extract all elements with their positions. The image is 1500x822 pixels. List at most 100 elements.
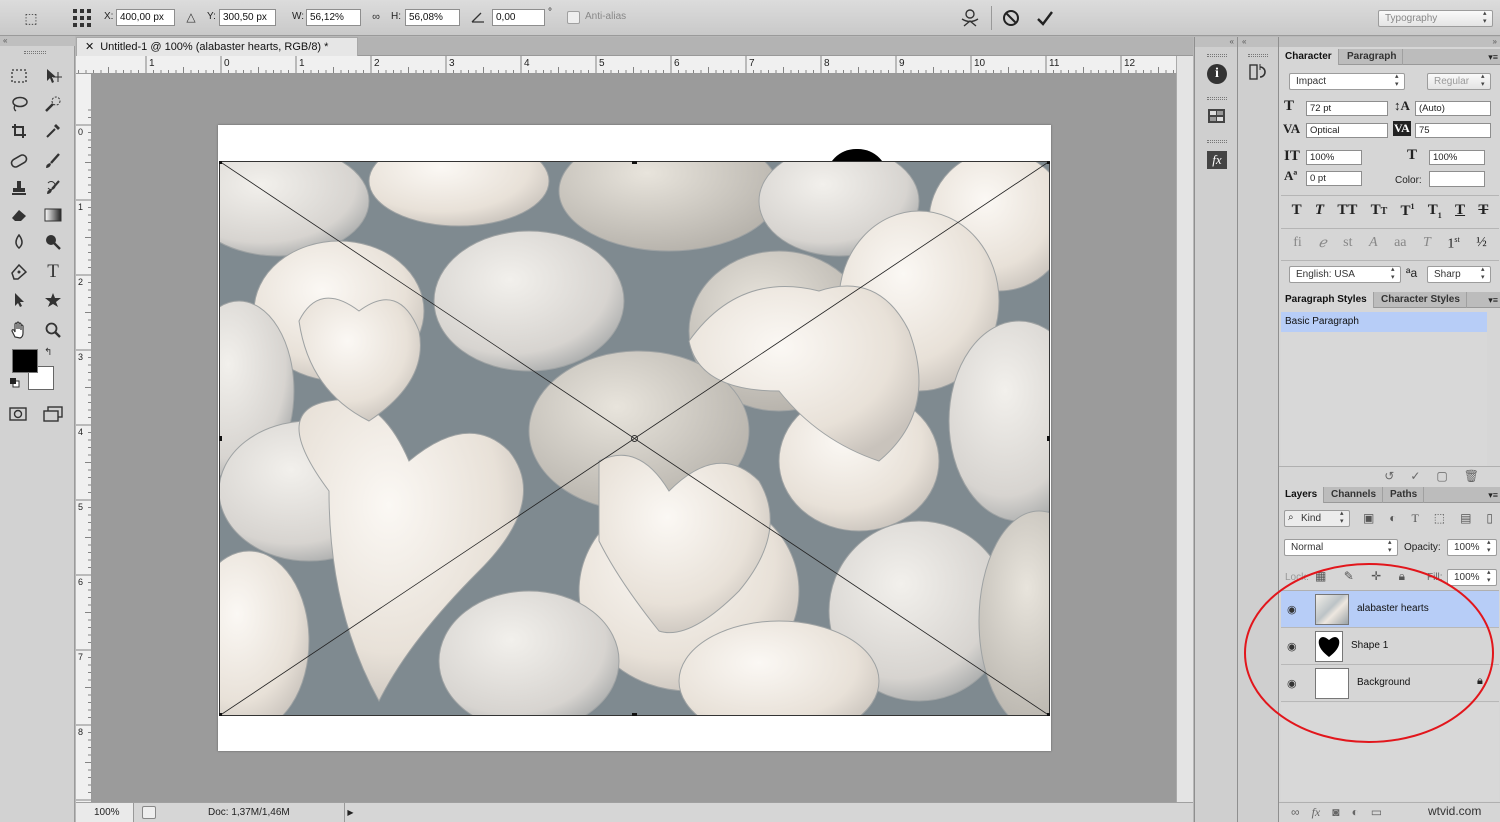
eraser-tool-icon[interactable] (6, 203, 32, 227)
small-caps-icon[interactable]: TT (1371, 202, 1388, 222)
tab-character[interactable]: Character (1279, 49, 1339, 65)
hand-tool-icon[interactable] (6, 318, 32, 342)
foreground-swatch-front[interactable] (12, 349, 38, 373)
expand-arrows-icon[interactable]: « (1195, 37, 1238, 47)
delete-style-icon[interactable]: 🗑 (1464, 467, 1479, 484)
path-selection-icon[interactable] (6, 288, 32, 312)
blur-tool-icon[interactable] (6, 230, 32, 254)
text-color-swatch[interactable] (1429, 171, 1485, 187)
kerning-field[interactable]: Optical (1306, 123, 1388, 138)
custom-shape-icon[interactable] (40, 288, 66, 312)
export-icon[interactable] (142, 806, 156, 819)
tracking-field[interactable]: 75 (1415, 123, 1491, 138)
panel-grip[interactable] (1207, 97, 1227, 100)
swash-icon[interactable]: A (1369, 235, 1378, 255)
height-field[interactable]: 56,08% (405, 9, 460, 26)
new-group-icon[interactable]: ▭ (1371, 803, 1382, 822)
link-layers-icon[interactable]: ∞ (1291, 803, 1300, 822)
move-tool-preset-icon[interactable]: ⬚ (20, 9, 42, 27)
add-mask-icon[interactable]: ◙ (1332, 803, 1339, 822)
stylistic-alt-icon[interactable]: st (1343, 235, 1352, 255)
redefine-style-icon[interactable]: ✓ (1410, 467, 1420, 484)
close-tab-icon[interactable]: ✕ (85, 41, 94, 53)
style-item-basic-paragraph[interactable]: Basic Paragraph (1281, 312, 1487, 332)
panel-grip[interactable] (1248, 54, 1268, 57)
crop-tool-icon[interactable] (6, 119, 32, 143)
collapse-arrows-icon[interactable]: « (1238, 37, 1279, 47)
brush-tool-icon[interactable] (40, 149, 66, 173)
faux-italic-icon[interactable]: T (1315, 202, 1324, 222)
history-brush-icon[interactable] (40, 176, 66, 200)
zoom-level-field[interactable]: 100% (76, 803, 134, 822)
quick-mask-icon[interactable] (5, 402, 31, 426)
filter-toggle-icon[interactable]: ▯ (1486, 511, 1493, 527)
ornaments-icon[interactable]: T (1423, 235, 1431, 255)
antialias-checkbox[interactable] (567, 11, 580, 24)
font-size-field[interactable]: 72 pt (1306, 101, 1388, 116)
marquee-tool-icon[interactable] (6, 64, 32, 88)
commit-transform-icon[interactable] (1034, 7, 1056, 29)
pixel-filter-icon[interactable]: ▣ (1363, 511, 1374, 527)
leading-field[interactable]: (Auto) (1415, 101, 1491, 116)
adjustment-filter-icon[interactable]: ◐ (1389, 511, 1396, 527)
dodge-tool-icon[interactable] (40, 230, 66, 254)
angle-field[interactable]: 0,00 (492, 9, 545, 26)
type-tool-icon[interactable]: T (40, 260, 66, 284)
swatches-icon[interactable] (1208, 109, 1225, 123)
panel-grip[interactable] (1207, 54, 1227, 57)
gradient-tool-icon[interactable] (40, 203, 66, 227)
vertical-scale-field[interactable]: 100% (1306, 150, 1362, 165)
panel-menu-icon[interactable]: ▾≡ (1488, 487, 1498, 503)
adjustment-layer-icon[interactable]: ◐ (1351, 803, 1358, 822)
y-field[interactable]: 300,50 px (219, 9, 276, 26)
history-icon[interactable] (1249, 63, 1269, 83)
panel-menu-icon[interactable]: ▾≡ (1488, 292, 1498, 308)
styles-fx-icon[interactable]: fx (1207, 151, 1227, 169)
ordinals-icon[interactable]: 1st (1447, 235, 1459, 255)
font-family-select[interactable]: Impact (1289, 73, 1405, 90)
underline-icon[interactable]: T (1455, 202, 1465, 222)
move-tool-icon[interactable] (40, 64, 66, 88)
superscript-icon[interactable]: T1 (1401, 202, 1415, 222)
tab-channels[interactable]: Channels (1325, 487, 1383, 503)
smart-object-filter-icon[interactable]: ▤ (1460, 511, 1471, 527)
zoom-tool-icon[interactable] (40, 318, 66, 342)
clone-stamp-icon[interactable] (6, 176, 32, 200)
cancel-transform-icon[interactable] (1000, 7, 1022, 29)
pen-tool-icon[interactable] (6, 260, 32, 284)
font-style-select[interactable]: Regular (1427, 73, 1491, 90)
warp-icon[interactable] (958, 7, 982, 29)
width-field[interactable]: 56,12% (306, 9, 361, 26)
info-icon[interactable]: i (1207, 64, 1227, 84)
subscript-icon[interactable]: T1 (1428, 202, 1442, 222)
link-icon[interactable]: ∞ (368, 10, 384, 24)
healing-brush-icon[interactable] (6, 149, 32, 173)
new-style-icon[interactable]: ▢ (1436, 467, 1447, 484)
tab-character-styles[interactable]: Character Styles (1375, 292, 1467, 308)
vertical-scrollbar[interactable] (1176, 56, 1193, 802)
tab-paragraph[interactable]: Paragraph (1341, 49, 1403, 65)
panel-grip[interactable] (1207, 140, 1227, 143)
blend-mode-select[interactable]: Normal (1284, 539, 1398, 556)
default-colors-icon[interactable] (10, 378, 20, 388)
type-filter-icon[interactable]: T (1412, 511, 1419, 527)
titling-icon[interactable]: aa (1394, 235, 1406, 255)
collapse-arrows-icon[interactable]: « (0, 36, 75, 46)
collapse-arrows-icon[interactable]: » (1279, 37, 1500, 47)
all-caps-icon[interactable]: TT (1337, 202, 1357, 222)
swap-colors-icon[interactable]: ↰ (44, 347, 52, 358)
strikethrough-icon[interactable]: T (1478, 202, 1488, 222)
shape-filter-icon[interactable]: ⬚ (1434, 511, 1445, 527)
ligatures-icon[interactable]: fi (1293, 235, 1302, 255)
eyedropper-icon[interactable] (40, 119, 66, 143)
quick-selection-icon[interactable] (40, 92, 66, 116)
reference-point-icon[interactable] (71, 7, 93, 29)
filter-kind-select[interactable]: Kind (1284, 510, 1350, 527)
screen-mode-icon[interactable] (40, 402, 66, 426)
lasso-tool-icon[interactable] (6, 92, 32, 116)
tab-paragraph-styles[interactable]: Paragraph Styles (1279, 292, 1374, 308)
delta-icon[interactable]: △ (184, 10, 198, 24)
tab-paths[interactable]: Paths (1384, 487, 1424, 503)
x-field[interactable]: 400,00 px (116, 9, 175, 26)
panel-menu-icon[interactable]: ▾≡ (1488, 49, 1498, 65)
